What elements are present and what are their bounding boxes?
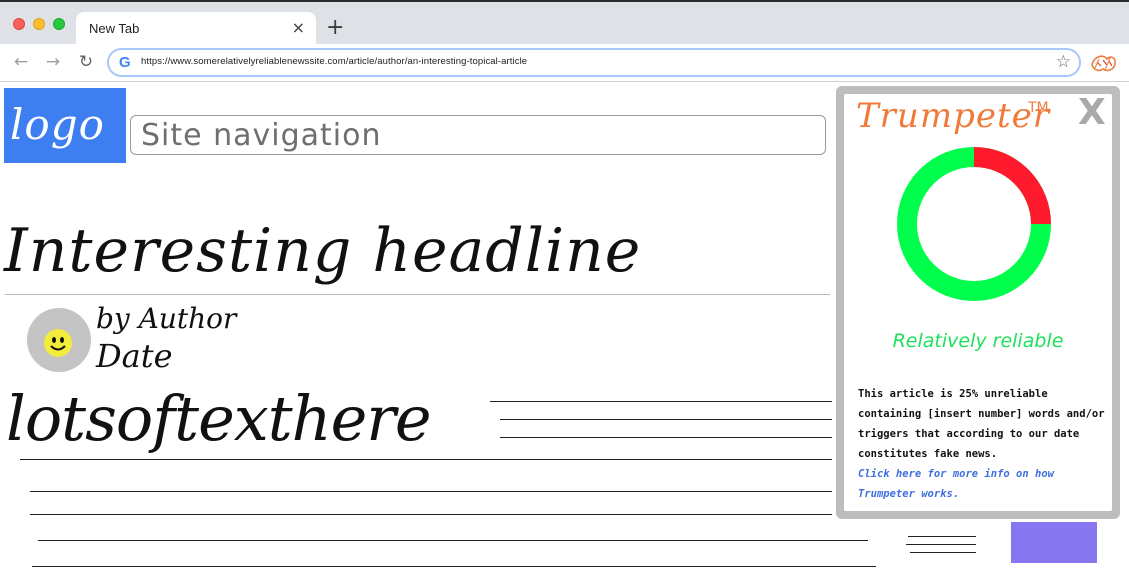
site-navigation-label: Site navigation bbox=[141, 118, 382, 153]
browser-toolbar: ← → ↻ G https://www.somerelativelyreliab… bbox=[0, 44, 1129, 82]
reliability-donut-chart bbox=[897, 147, 1051, 301]
star-icon[interactable]: ☆ bbox=[1056, 52, 1071, 72]
reliability-verdict: Relatively reliable bbox=[892, 330, 1064, 352]
text-line bbox=[500, 437, 832, 438]
text-line bbox=[30, 514, 832, 515]
browser-tab[interactable]: New Tab × bbox=[76, 12, 316, 48]
avatar bbox=[27, 308, 91, 372]
text-line bbox=[910, 552, 976, 553]
ad-placeholder[interactable] bbox=[1011, 522, 1097, 563]
window-maximize-button[interactable] bbox=[53, 18, 65, 30]
google-icon: G bbox=[119, 54, 131, 71]
smiley-icon bbox=[44, 329, 72, 357]
browser-tab-bar: New Tab × + bbox=[0, 0, 1129, 48]
logo-text: logo bbox=[10, 100, 105, 149]
window-minimize-button[interactable] bbox=[33, 18, 45, 30]
window-close-button[interactable] bbox=[13, 18, 25, 30]
article-body-text: lotsoftexthere bbox=[6, 382, 432, 455]
new-tab-button[interactable]: + bbox=[326, 16, 344, 40]
text-line bbox=[906, 544, 976, 545]
more-info-link[interactable]: Click here for more info on how Trumpete… bbox=[858, 464, 1106, 504]
text-line bbox=[908, 536, 976, 537]
text-line bbox=[490, 401, 832, 402]
reliability-description: This article is 25% unreliable containin… bbox=[858, 388, 1105, 460]
close-panel-button[interactable]: X bbox=[1078, 92, 1106, 133]
site-navigation[interactable]: Site navigation bbox=[130, 115, 826, 155]
article-byline: by Author bbox=[96, 302, 237, 335]
text-line bbox=[20, 459, 832, 460]
article-date: Date bbox=[96, 337, 173, 375]
trademark-mark: TM bbox=[1028, 100, 1049, 116]
text-line bbox=[30, 491, 832, 492]
text-line bbox=[500, 419, 832, 420]
trumpeter-panel: Trumpeter TM X Relatively reliable This … bbox=[836, 86, 1120, 519]
tab-title: New Tab bbox=[89, 21, 140, 36]
trumpeter-extension-icon[interactable] bbox=[1089, 50, 1119, 76]
text-line bbox=[32, 566, 876, 567]
reload-icon[interactable]: ↻ bbox=[75, 51, 97, 73]
trumpeter-panel-body: Trumpeter TM X Relatively reliable This … bbox=[844, 92, 1112, 511]
url-text[interactable]: https://www.somerelativelyreliablenewssi… bbox=[141, 56, 527, 67]
tab-close-button[interactable]: × bbox=[292, 18, 305, 38]
address-bar[interactable]: G https://www.somerelativelyreliablenews… bbox=[107, 48, 1081, 77]
site-logo[interactable]: logo bbox=[4, 88, 126, 163]
arrow-left-icon[interactable]: ← bbox=[10, 51, 32, 73]
text-line bbox=[38, 540, 868, 541]
article-headline: Interesting headline bbox=[4, 216, 642, 286]
headline-divider bbox=[5, 294, 830, 295]
arrow-right-icon[interactable]: → bbox=[42, 51, 64, 73]
trumpeter-brand: Trumpeter bbox=[856, 96, 1050, 136]
